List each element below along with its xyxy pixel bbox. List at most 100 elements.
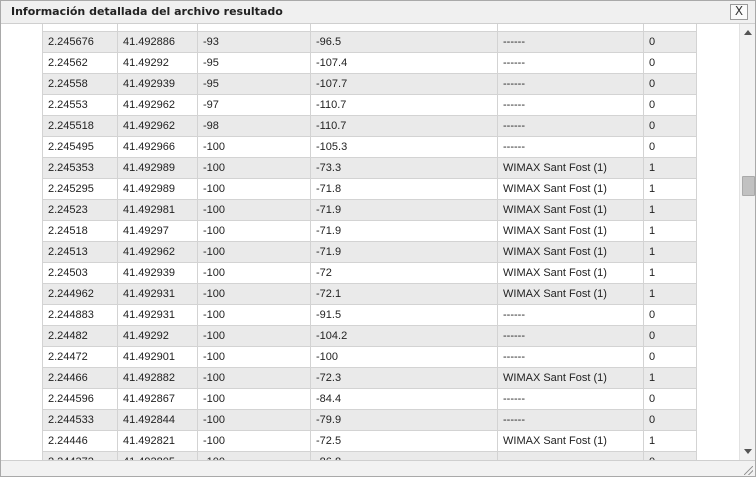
table-cell: ------ <box>497 389 643 409</box>
table-cell: 2.244372 <box>42 452 117 460</box>
table-cell: 0 <box>643 410 697 430</box>
table-cell: -100 <box>197 263 310 283</box>
table-cell: 2.24503 <box>42 263 117 283</box>
table-cell: 41.492867 <box>117 389 197 409</box>
table-cell: -105.3 <box>310 137 497 157</box>
table-cell: -71.9 <box>310 221 497 241</box>
table-cell: -71.8 <box>310 179 497 199</box>
table-row[interactable]: 2.24523 41.492981 -100 -71.9 WIMAX Sant Fost… <box>42 200 697 221</box>
table-cell: 0 <box>643 24 697 31</box>
table-cell: 0 <box>643 95 697 115</box>
table-cell: -100 <box>197 137 310 157</box>
table-row[interactable]: 2.244533 41.492844 -100 -79.9 ------ 0 <box>42 410 697 431</box>
table-cell: 41.492882 <box>117 368 197 388</box>
table-cell: ------ <box>497 74 643 94</box>
table-cell: -94 <box>197 24 310 31</box>
table-row[interactable]: 2.24562 41.49292 -95 -107.4 ------ 0 <box>42 53 697 74</box>
table-row[interactable]: 2.24503 41.492939 -100 -72 WIMAX Sant Fost (… <box>42 263 697 284</box>
table-row[interactable]: 2.245676 41.492886 -93 -96.5 ------ 0 <box>42 32 697 53</box>
table-cell: 0 <box>643 347 697 367</box>
scroll-down-icon[interactable] <box>744 449 752 454</box>
table-cell: -107.7 <box>310 74 497 94</box>
vertical-scrollbar[interactable] <box>739 24 755 460</box>
table-cell: -100 <box>197 326 310 346</box>
table-cell: 2.244883 <box>42 305 117 325</box>
table-cell: 41.492931 <box>117 305 197 325</box>
table-cell: -96.5 <box>310 32 497 52</box>
table-cell: 2.24518 <box>42 221 117 241</box>
table-row[interactable]: 2.24482 41.49292 -100 -104.2 ------ 0 <box>42 326 697 347</box>
scroll-up-icon[interactable] <box>744 30 752 35</box>
table-cell: 0 <box>643 74 697 94</box>
resize-grip-icon[interactable] <box>744 466 753 475</box>
table-cell: -95.6 <box>310 24 497 31</box>
scrollbar-thumb[interactable] <box>742 176 755 196</box>
table-cell: 41.492901 <box>117 347 197 367</box>
table-row[interactable]: 2.24558 41.492939 -95 -107.7 ------ 0 <box>42 74 697 95</box>
table-cell: ------ <box>497 326 643 346</box>
table-cell: -100 <box>197 284 310 304</box>
table-cell: 0 <box>643 326 697 346</box>
table-cell: 2.244596 <box>42 389 117 409</box>
table-cell: 41.492989 <box>117 158 197 178</box>
table-cell: -91.5 <box>310 305 497 325</box>
table-cell: WIMAX Sant Fost (1) <box>497 284 643 304</box>
table-row[interactable]: 2.244883 41.492931 -100 -91.5 ------ 0 <box>42 305 697 326</box>
table-cell: WIMAX Sant Fost (1) <box>497 263 643 283</box>
table-row[interactable]: 2.245353 41.492989 -100 -73.3 WIMAX Sant Fos… <box>42 158 697 179</box>
table-cell: WIMAX Sant Fost (1) <box>497 200 643 220</box>
table-cell: ------ <box>497 347 643 367</box>
table-cell: 2.24466 <box>42 368 117 388</box>
table-row[interactable]: 2.24437241.492805-100-86.8------0 <box>42 452 697 460</box>
table-row[interactable]: 2.245295 41.492989 -100 -71.8 WIMAX Sant Fos… <box>42 179 697 200</box>
table-cell: 1 <box>643 158 697 178</box>
table-cell: 41.49297 <box>117 221 197 241</box>
table-cell: 41.492886 <box>117 32 197 52</box>
table-cell: 1 <box>643 284 697 304</box>
table-cell: 1 <box>643 179 697 199</box>
table-cell: -73.3 <box>310 158 497 178</box>
table-row[interactable]: 2.244596 41.492867 -100 -84.4 ------ 0 <box>42 389 697 410</box>
table-cell: WIMAX Sant Fost (1) <box>497 221 643 241</box>
table-cell: -100 <box>197 431 310 451</box>
table-cell: ------ <box>497 53 643 73</box>
table-cell: -71.9 <box>310 242 497 262</box>
table-row[interactable]: 2.245518 41.492962 -98 -110.7 ------ 0 <box>42 116 697 137</box>
table-cell: -71.9 <box>310 200 497 220</box>
dialog-titlebar[interactable]: Información detallada del archivo result… <box>1 1 755 24</box>
table-row[interactable]: 2.24466 41.492882 -100 -72.3 WIMAX Sant Fost… <box>42 368 697 389</box>
table-row[interactable]: 2.24513 41.492962 -100 -71.9 WIMAX Sant Fost… <box>42 242 697 263</box>
table-row[interactable]: 2.24553 41.492962 -97 -110.7 ------ 0 <box>42 95 697 116</box>
table-cell: ------ <box>497 32 643 52</box>
table-cell: 41.492981 <box>117 200 197 220</box>
table-cell: -84.4 <box>310 389 497 409</box>
table-cell: -95 <box>197 74 310 94</box>
table-cell: 41.492805 <box>117 452 197 460</box>
table-cell: -100 <box>197 452 310 460</box>
table-cell: 0 <box>643 305 697 325</box>
table-cell: 2.24562 <box>42 53 117 73</box>
table-cell: 1 <box>643 200 697 220</box>
table-cell: -100 <box>197 179 310 199</box>
table-cell: 2.245518 <box>42 116 117 136</box>
close-button[interactable]: X <box>730 4 748 20</box>
table-cell: 2.24472 <box>42 347 117 367</box>
table-cell: ------ <box>497 410 643 430</box>
table-cell: ------ <box>497 452 643 460</box>
table-row[interactable]: 2.24518 41.49297 -100 -71.9 WIMAX Sant Fost … <box>42 221 697 242</box>
table-cell: 2.24558 <box>42 74 117 94</box>
table-row[interactable]: 2.24571141.492853-94-95.6 0 <box>42 24 697 32</box>
table-cell: 41.492939 <box>117 263 197 283</box>
table-row[interactable]: 2.24472 41.492901 -100 -100 ------ 0 <box>42 347 697 368</box>
table-cell: 41.492962 <box>117 242 197 262</box>
table-row[interactable]: 2.244962 41.492931 -100 -72.1 WIMAX Sant Fos… <box>42 284 697 305</box>
table-row[interactable]: 2.245495 41.492966 -100 -105.3 ------ 0 <box>42 137 697 158</box>
result-details-dialog: Información detallada del archivo result… <box>0 0 756 477</box>
table-cell: 1 <box>643 221 697 241</box>
table-cell: 0 <box>643 452 697 460</box>
table-cell: -72.5 <box>310 431 497 451</box>
table-cell: 2.245353 <box>42 158 117 178</box>
table-cell: 41.492853 <box>117 24 197 31</box>
table-cell: -100 <box>197 221 310 241</box>
table-row[interactable]: 2.24446 41.492821 -100 -72.5 WIMAX Sant Fost… <box>42 431 697 452</box>
